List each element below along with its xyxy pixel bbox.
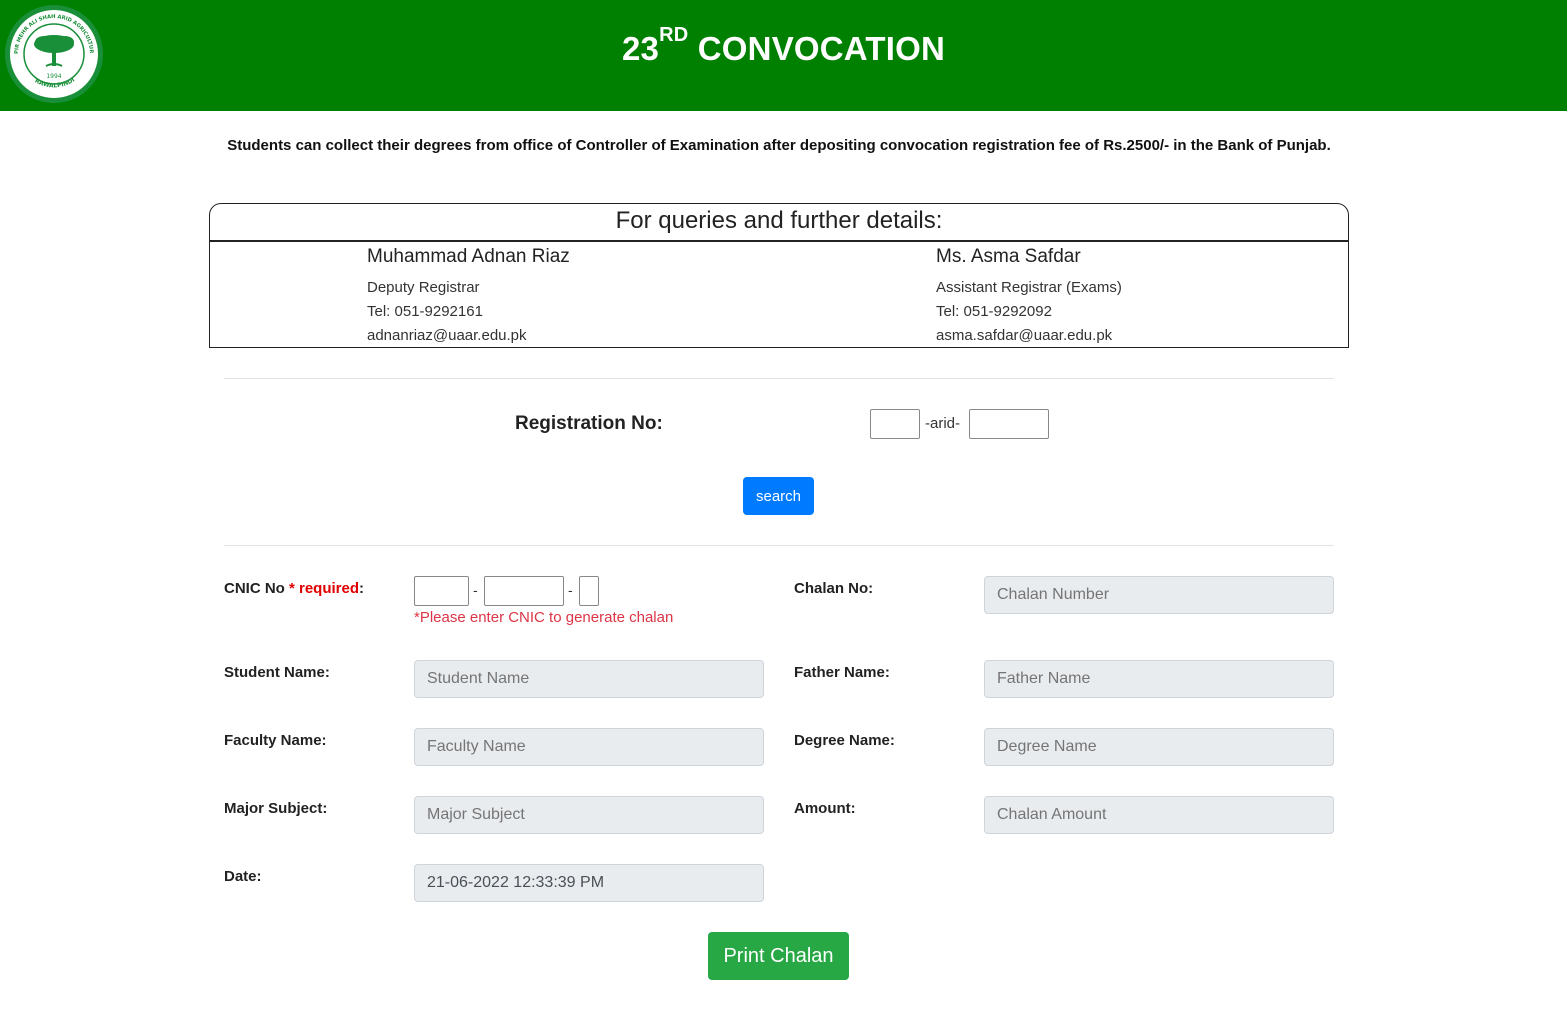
contact-tel: Tel: 051-9292092 bbox=[936, 303, 1052, 320]
amount-label: Amount: bbox=[794, 800, 856, 817]
cnic-part-3-input[interactable] bbox=[579, 576, 599, 606]
contact-role: Deputy Registrar bbox=[367, 279, 480, 296]
print-chalan-button[interactable]: Print Chalan bbox=[708, 932, 849, 980]
contact-name: Ms. Asma Safdar bbox=[936, 246, 1081, 267]
date-field[interactable] bbox=[414, 864, 764, 902]
page-title: 23RD CONVOCATION bbox=[621, 24, 946, 67]
svg-text:1994: 1994 bbox=[46, 73, 61, 80]
registration-number-input[interactable] bbox=[969, 409, 1049, 439]
divider bbox=[224, 378, 1334, 379]
registration-separator: -arid- bbox=[925, 415, 961, 432]
father-name-field[interactable] bbox=[984, 660, 1334, 698]
degree-name-label: Degree Name: bbox=[794, 732, 895, 749]
cnic-label: CNIC No * required: bbox=[224, 580, 365, 597]
major-subject-label: Major Subject: bbox=[224, 800, 328, 817]
contact-box: For queries and further details: Muhamma… bbox=[209, 203, 1349, 348]
faculty-name-field[interactable] bbox=[414, 728, 764, 766]
contact-role: Assistant Registrar (Exams) bbox=[936, 279, 1122, 296]
contact-person-1: Muhammad Adnan Riaz Deputy Registrar Tel… bbox=[367, 244, 570, 348]
contact-person-2: Ms. Asma Safdar Assistant Registrar (Exa… bbox=[936, 244, 1122, 348]
date-label: Date: bbox=[224, 868, 262, 885]
student-name-label: Student Name: bbox=[224, 664, 330, 681]
cnic-hint: *Please enter CNIC to generate chalan bbox=[414, 609, 674, 626]
chalan-amount-field[interactable] bbox=[984, 796, 1334, 834]
cnic-part-2-input[interactable] bbox=[484, 576, 564, 606]
faculty-name-label: Faculty Name: bbox=[224, 732, 327, 749]
divider bbox=[224, 545, 1334, 546]
chalan-no-label: Chalan No: bbox=[794, 580, 874, 597]
contact-email: asma.safdar@uaar.edu.pk bbox=[936, 327, 1113, 344]
contact-tel: Tel: 051-9292161 bbox=[367, 303, 483, 320]
major-subject-field[interactable] bbox=[414, 796, 764, 834]
contact-email: adnanriaz@uaar.edu.pk bbox=[367, 327, 527, 344]
page-header: 1994 PIR MEHR ALI SHAH ARID AGRICULTURE … bbox=[0, 0, 1567, 111]
student-name-field[interactable] bbox=[414, 660, 764, 698]
title-ordinal: RD bbox=[659, 24, 689, 46]
cnic-dash: - bbox=[473, 582, 478, 598]
contact-name: Muhammad Adnan Riaz bbox=[367, 246, 570, 267]
contact-heading: For queries and further details: bbox=[210, 204, 1348, 242]
cnic-part-1-input[interactable] bbox=[414, 576, 469, 606]
father-name-label: Father Name: bbox=[794, 664, 890, 681]
search-button[interactable]: search bbox=[743, 477, 814, 515]
degree-name-field[interactable] bbox=[984, 728, 1334, 766]
notice-text: Students can collect their degrees from … bbox=[227, 137, 1331, 154]
chalan-number-field[interactable] bbox=[984, 576, 1334, 614]
registration-label: Registration No: bbox=[515, 413, 663, 434]
required-marker: * required bbox=[289, 580, 360, 597]
registration-year-input[interactable] bbox=[870, 409, 920, 439]
cnic-dash: - bbox=[568, 582, 573, 598]
